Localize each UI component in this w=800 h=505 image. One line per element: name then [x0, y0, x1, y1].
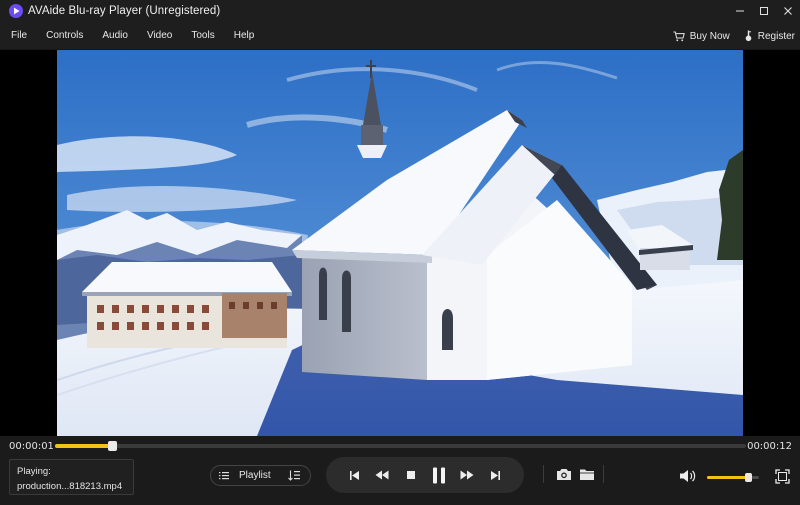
- playlist-label: Playlist: [239, 470, 271, 481]
- maximize-icon: [760, 7, 768, 15]
- now-playing-box: Playing: production...818213.mp4: [9, 459, 134, 495]
- transport-controls: [326, 457, 524, 493]
- menu-file[interactable]: File: [0, 22, 27, 50]
- playlist-button[interactable]: Playlist: [210, 465, 311, 486]
- maximize-button[interactable]: [752, 0, 776, 22]
- cart-icon: [673, 31, 685, 41]
- camera-icon: [557, 468, 571, 480]
- title-bar: AVAide Blu-ray Player (Unregistered): [0, 0, 800, 22]
- menu-controls[interactable]: Controls: [35, 22, 83, 50]
- sort-list-icon[interactable]: [287, 470, 300, 481]
- window-title: AVAide Blu-ray Player (Unregistered): [28, 5, 221, 17]
- seek-progress: [55, 444, 113, 448]
- menu-video[interactable]: Video: [136, 22, 172, 50]
- window-controls: [728, 0, 800, 22]
- snapshot-button[interactable]: [555, 466, 573, 482]
- skip-previous-icon: [349, 470, 359, 480]
- buy-now-label: Buy Now: [689, 30, 730, 42]
- now-playing-filename: production...818213.mp4: [17, 481, 123, 492]
- rewind-icon: [375, 470, 389, 480]
- video-frame[interactable]: [57, 50, 743, 436]
- stop-icon: [406, 471, 415, 479]
- folder-icon: [580, 469, 594, 480]
- menu-audio[interactable]: Audio: [91, 22, 128, 50]
- list-icon: [219, 471, 229, 480]
- now-playing-label: Playing:: [17, 466, 51, 477]
- forward-button[interactable]: [456, 464, 478, 486]
- close-button[interactable]: [776, 0, 800, 22]
- previous-button[interactable]: [343, 464, 365, 486]
- divider: [543, 465, 544, 483]
- seek-bar-area: 00:00:01 00:00:12: [0, 436, 800, 456]
- total-time: 00:00:12: [747, 441, 792, 452]
- next-button[interactable]: [485, 464, 507, 486]
- video-image: [57, 50, 743, 436]
- register-button[interactable]: Register: [744, 30, 795, 42]
- volume-level: [707, 476, 748, 479]
- buy-now-button[interactable]: Buy Now: [673, 31, 730, 42]
- volume-handle[interactable]: [744, 473, 752, 482]
- seek-slider[interactable]: [55, 441, 746, 451]
- pause-button[interactable]: [428, 464, 450, 486]
- stop-button[interactable]: [400, 464, 422, 486]
- video-area[interactable]: [0, 50, 800, 436]
- register-label: Register: [757, 30, 795, 42]
- seek-handle[interactable]: [108, 441, 118, 451]
- divider: [603, 465, 604, 483]
- fullscreen-icon[interactable]: [775, 469, 790, 484]
- pause-icon: [433, 467, 446, 483]
- menu-help[interactable]: Help: [223, 22, 255, 50]
- rewind-button[interactable]: [371, 464, 393, 486]
- volume-slider[interactable]: [707, 473, 759, 482]
- menu-bar: File Controls Audio Video Tools Help Buy…: [0, 22, 800, 50]
- skip-next-icon: [491, 470, 501, 480]
- play-logo-icon: [9, 4, 23, 18]
- current-time: 00:00:01: [9, 441, 54, 452]
- minimize-button[interactable]: [728, 0, 752, 22]
- minimize-icon: [736, 10, 744, 12]
- fast-forward-icon: [460, 470, 474, 480]
- key-icon: [745, 30, 752, 42]
- menu-tools[interactable]: Tools: [180, 22, 214, 50]
- close-icon: [784, 7, 792, 15]
- volume-icon[interactable]: [679, 469, 697, 483]
- control-bar: Playing: production...818213.mp4 Playlis…: [0, 456, 800, 505]
- open-file-button[interactable]: [578, 466, 596, 482]
